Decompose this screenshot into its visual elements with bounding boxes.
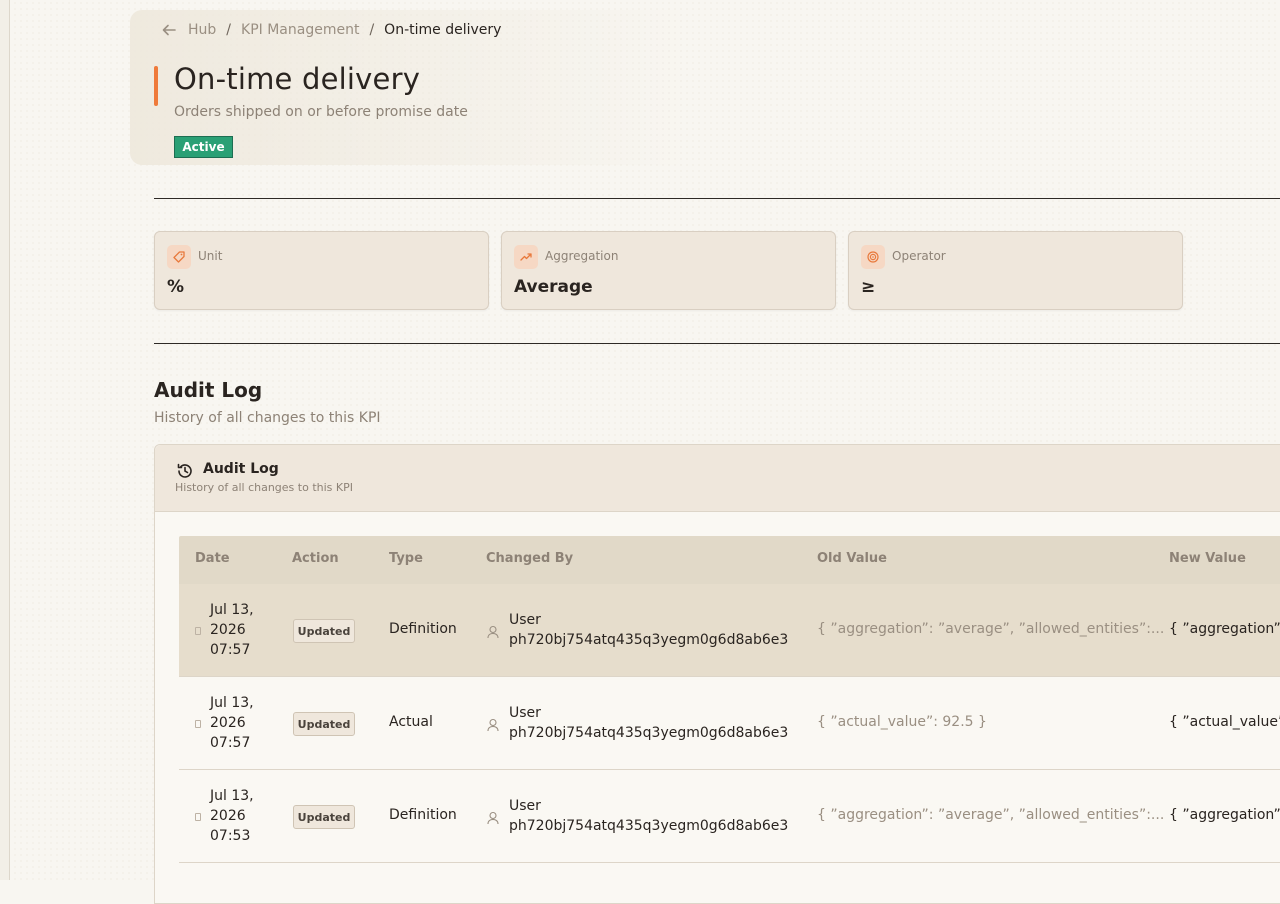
row-new-value: { ”aggregation”: <box>1169 621 1280 637</box>
page-subtitle: Orders shipped on or before promise date <box>174 104 468 120</box>
row-type: Definition <box>389 807 457 823</box>
row-date: Jul 13, 2026 07:57 <box>210 695 254 751</box>
breadcrumb-separator: / <box>226 22 232 38</box>
calendar-icon <box>195 720 201 728</box>
row-new-value: { ”actual_value”: <box>1169 714 1280 730</box>
section-subtitle: History of all changes to this KPI <box>154 410 381 426</box>
table-header: Date Action Type Changed By Old Value Ne… <box>179 536 1280 584</box>
row-type: Definition <box>389 621 457 637</box>
column-header-changed-by[interactable]: Changed By <box>486 551 573 566</box>
action-badge: Updated <box>293 619 355 643</box>
sidebar-rail <box>0 0 10 880</box>
back-arrow-icon[interactable] <box>160 20 178 40</box>
row-new-value: { ”aggregation”: <box>1169 807 1280 823</box>
column-header-date[interactable]: Date <box>195 551 230 566</box>
table-row[interactable]: Jul 13, 2026 07:57 Updated Actual User p… <box>179 677 1280 770</box>
row-type: Actual <box>389 714 433 730</box>
divider <box>154 198 1280 199</box>
breadcrumb-current: On-time delivery <box>384 22 502 38</box>
stat-card-unit: Unit % <box>154 231 489 310</box>
panel-header: Audit Log History of all changes to this… <box>155 445 1280 512</box>
audit-table: Date Action Type Changed By Old Value Ne… <box>179 536 1280 863</box>
stat-card-operator: Operator ≥ <box>848 231 1183 310</box>
stat-card-aggregation: Aggregation Average <box>501 231 836 310</box>
user-icon <box>487 717 499 732</box>
stat-value: Average <box>514 277 593 297</box>
stat-label: Aggregation <box>545 249 619 263</box>
tag-icon <box>167 245 191 269</box>
table-row[interactable]: Jul 13, 2026 07:57 Updated Definition Us… <box>179 584 1280 677</box>
trending-up-icon <box>514 245 538 269</box>
stat-label: Operator <box>892 249 946 263</box>
section-title: Audit Log <box>154 378 263 402</box>
row-old-value: { ”aggregation”: ”average”, ”allowed_ent… <box>817 621 1165 637</box>
calendar-icon <box>195 813 201 821</box>
row-old-value: { ”aggregation”: ”average”, ”allowed_ent… <box>817 807 1165 823</box>
column-header-new-value[interactable]: New Value <box>1169 551 1246 566</box>
action-badge: Updated <box>293 805 355 829</box>
target-icon <box>861 245 885 269</box>
breadcrumb-hub[interactable]: Hub <box>188 22 216 38</box>
row-old-value: { ”actual_value”: 92.5 } <box>817 714 987 730</box>
column-header-action[interactable]: Action <box>292 551 339 566</box>
row-date: Jul 13, 2026 07:57 <box>210 602 254 658</box>
breadcrumb-kpi-management[interactable]: KPI Management <box>241 22 359 38</box>
calendar-icon <box>195 627 201 635</box>
table-row[interactable]: Jul 13, 2026 07:53 Updated Definition Us… <box>179 770 1280 863</box>
page-title: On-time delivery <box>174 62 421 96</box>
column-header-old-value[interactable]: Old Value <box>817 551 887 566</box>
column-header-type[interactable]: Type <box>389 551 423 566</box>
breadcrumb-separator: / <box>369 22 375 38</box>
row-changed-by: User ph720bj754atq435q3yegm0g6d8ab6e3 <box>509 798 789 834</box>
action-badge: Updated <box>293 712 355 736</box>
panel-title: Audit Log <box>203 461 279 477</box>
page-background: Hub / KPI Management / On-time delivery … <box>0 0 1280 904</box>
row-date: Jul 13, 2026 07:53 <box>210 788 254 844</box>
user-icon <box>487 810 499 825</box>
history-icon <box>176 462 194 480</box>
status-badge: Active <box>174 136 233 158</box>
panel-subtitle: History of all changes to this KPI <box>175 481 353 494</box>
stat-value: ≥ <box>861 277 876 297</box>
row-changed-by: User ph720bj754atq435q3yegm0g6d8ab6e3 <box>509 705 789 741</box>
stat-label: Unit <box>198 249 223 263</box>
accent-bar <box>154 66 158 106</box>
audit-log-panel: Audit Log History of all changes to this… <box>154 444 1280 904</box>
stat-value: % <box>167 277 185 297</box>
row-changed-by: User ph720bj754atq435q3yegm0g6d8ab6e3 <box>509 612 789 648</box>
divider <box>154 343 1280 344</box>
user-icon <box>487 624 499 639</box>
breadcrumb: Hub / KPI Management / On-time delivery <box>160 20 501 40</box>
